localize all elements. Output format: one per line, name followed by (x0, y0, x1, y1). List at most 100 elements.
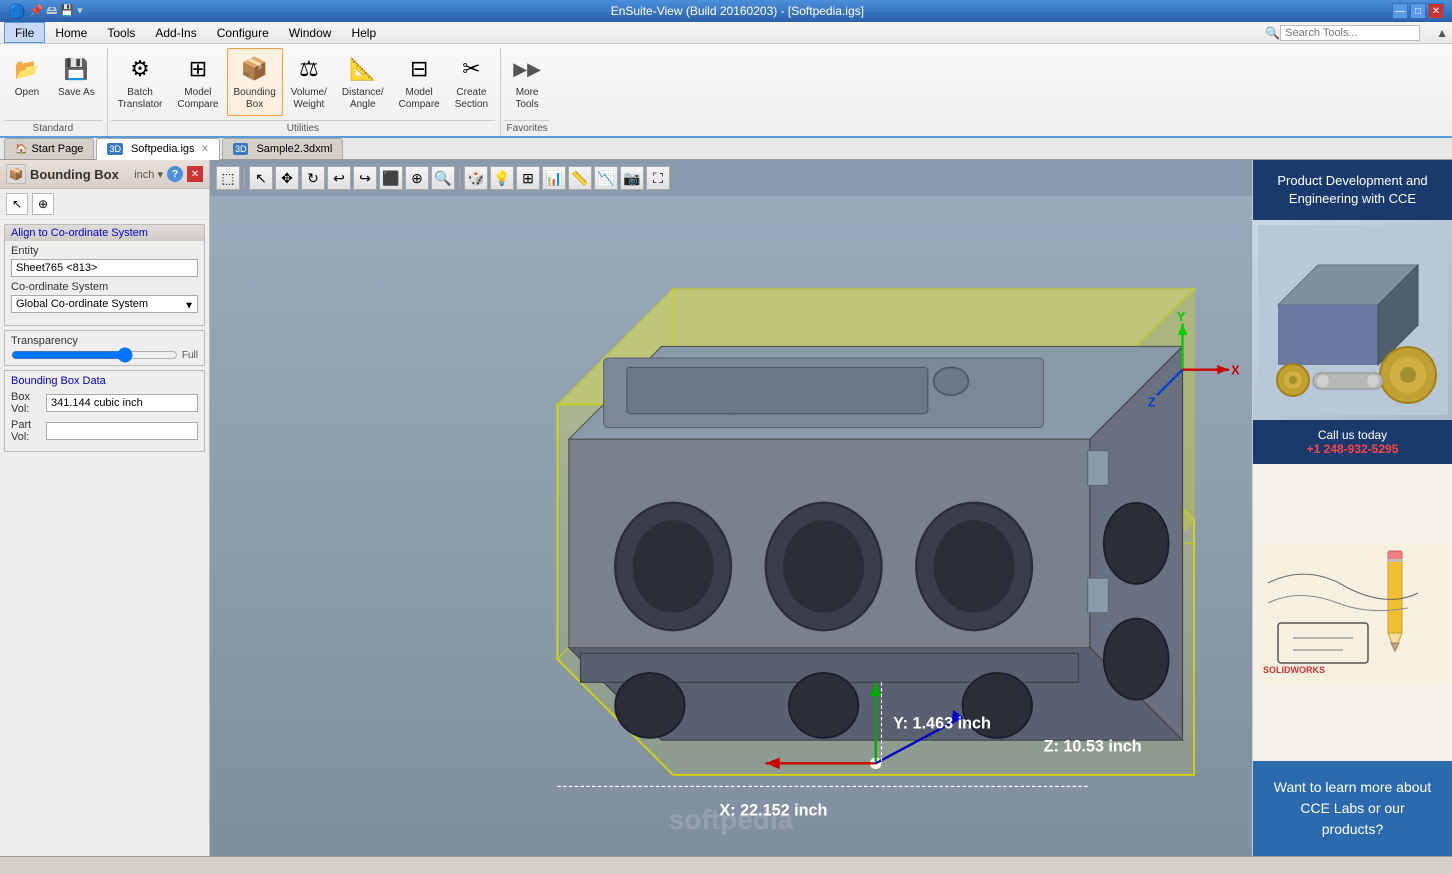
vt-view-btn[interactable]: 🎲 (464, 166, 488, 190)
ribbon-btn-create-section[interactable]: ✂ CreateSection (448, 48, 495, 116)
coord-dropdown-wrapper: Global Co-ordinate System Custom ▼ (11, 295, 198, 317)
maximize-button[interactable]: □ (1410, 3, 1426, 19)
align-section-title: Align to Co-ordinate System (5, 225, 204, 241)
menu-item-home[interactable]: Home (45, 22, 97, 43)
panel-title: Bounding Box (30, 167, 119, 182)
ribbon-btn-batch-translator[interactable]: ⚙ BatchTranslator (111, 48, 170, 116)
ribbon-btn-model-compare[interactable]: ⊞ ModelCompare (170, 48, 225, 116)
menu-item-window[interactable]: Window (279, 22, 342, 43)
open-icon: 📂 (11, 53, 43, 85)
panel-icon-align[interactable]: ⊕ (32, 193, 54, 215)
panel-header: 📦 Bounding Box inch ▾ ? ✕ (0, 160, 209, 189)
ad-top-text: Product Development and Engineering with… (1253, 160, 1452, 220)
vt-redo-btn[interactable]: ↪ (353, 166, 377, 190)
transparency-label: Transparency (11, 335, 198, 347)
transparency-section: Transparency Full (4, 330, 205, 366)
tab-softpedia-close[interactable]: ✕ (201, 144, 209, 155)
ribbon-btn-distance-angle[interactable]: 📐 Distance/Angle (335, 48, 391, 116)
tab-sample-3dxml[interactable]: 3D Sample2.3dxml (222, 138, 343, 159)
entity-input[interactable] (11, 259, 198, 277)
box-vol-row: Box Vol: (11, 391, 198, 415)
vt-wire-btn[interactable]: ⊞ (516, 166, 540, 190)
panel-icon-select[interactable]: ↖ (6, 193, 28, 215)
ad-phone: +1 248-932-5295 (1261, 442, 1444, 456)
panel-icon: 📦 (6, 164, 26, 184)
svg-text:Y: 1.463 inch: Y: 1.463 inch (893, 715, 991, 733)
part-vol-label: Part Vol: (11, 419, 42, 443)
vt-section-btn[interactable]: 📊 (542, 166, 566, 190)
vt-measure-btn[interactable]: 📏 (568, 166, 592, 190)
ribbon-btn-more-tools[interactable]: ▶▶ MoreTools (504, 48, 550, 116)
svg-text:X: X (1231, 362, 1240, 377)
panel-unit[interactable]: inch ▾ (134, 168, 163, 181)
window-title: EnSuite-View (Build 20160203) - [Softped… (83, 4, 1392, 18)
tab-start-page[interactable]: 🏠 Start Page (4, 138, 94, 159)
ribbon-group-utilities: ⚙ BatchTranslator ⊞ ModelCompare 📦 Bound… (111, 48, 495, 136)
tabs-bar: 🏠 Start Page 3D Softpedia.igs ✕ 3D Sampl… (0, 138, 1452, 160)
vt-cursor-btn[interactable]: ↖ (249, 166, 273, 190)
main-layout: 📦 Bounding Box inch ▾ ? ✕ ↖ ⊕ Align to C… (0, 160, 1452, 856)
ribbon-btn-volume-weight[interactable]: ⚖ Volume/Weight (284, 48, 334, 116)
bounding-box-icon: 📦 (239, 53, 271, 85)
svg-text:X: 22.152 inch: X: 22.152 inch (719, 801, 827, 819)
vt-select-btn[interactable]: ⬚ (216, 166, 240, 190)
volume-weight-icon: ⚖ (293, 53, 325, 85)
ribbon-btn-saveas[interactable]: 💾 Save As (51, 48, 102, 104)
menu-item-help[interactable]: Help (341, 22, 386, 43)
tab-softpedia-igs[interactable]: 3D Softpedia.igs ✕ (96, 138, 220, 160)
side-panel: 📦 Bounding Box inch ▾ ? ✕ ↖ ⊕ Align to C… (0, 160, 210, 856)
ad-call-section: Call us today +1 248-932-5295 (1253, 420, 1452, 464)
transparency-full-label: Full (182, 350, 198, 361)
vt-sep-2 (459, 168, 460, 188)
menu-item-addins[interactable]: Add-Ins (145, 22, 206, 43)
coord-dropdown[interactable]: Global Co-ordinate System Custom (11, 295, 198, 313)
ribbon: 📂 Open 💾 Save As Standard ⚙ BatchTransla… (0, 44, 1452, 138)
vt-rotate-btn[interactable]: ↻ (301, 166, 325, 190)
svg-text:Y: Y (1177, 309, 1186, 324)
box-vol-input[interactable] (46, 394, 198, 412)
distance-angle-icon: 📐 (347, 53, 379, 85)
panel-close-button[interactable]: ✕ (187, 166, 203, 182)
menu-item-configure[interactable]: Configure (207, 22, 279, 43)
batch-translator-icon: ⚙ (124, 53, 156, 85)
svg-text:SOLIDWORKS: SOLIDWORKS (1263, 665, 1325, 675)
vt-move-btn[interactable]: ✥ (275, 166, 299, 190)
sample-tab-icon: 3D (233, 143, 249, 155)
menu-item-file[interactable]: File (4, 22, 45, 43)
vt-analysis-btn[interactable]: 📉 (594, 166, 618, 190)
close-window-button[interactable]: ✕ (1428, 3, 1444, 19)
vt-undo-btn[interactable]: ↩ (327, 166, 351, 190)
bbox-data-title: Bounding Box Data (11, 375, 198, 387)
tab-softpedia-label: Softpedia.igs (131, 143, 195, 155)
menu-item-tools[interactable]: Tools (97, 22, 145, 43)
svg-text:Z: Z (1148, 395, 1156, 410)
coord-label: Co-ordinate System (11, 281, 198, 293)
vt-zoom-fit-btn[interactable]: ⊕ (405, 166, 429, 190)
search-input[interactable] (1280, 25, 1420, 41)
ribbon-divider-2 (500, 48, 501, 136)
vt-zoom-in-btn[interactable]: 🔍 (431, 166, 455, 190)
vt-box-select-btn[interactable]: ⬛ (379, 166, 403, 190)
minimize-button[interactable]: — (1392, 3, 1408, 19)
ribbon-btn-bounding-box[interactable]: 📦 BoundingBox (227, 48, 283, 116)
ribbon-group-standard: 📂 Open 💾 Save As Standard (4, 48, 102, 136)
panel-help-button[interactable]: ? (167, 166, 183, 182)
part-vol-row: Part Vol: (11, 419, 198, 443)
bbox-data-section: Bounding Box Data Box Vol: Part Vol: (4, 370, 205, 452)
vt-fullscreen-btn[interactable]: ⛶ (646, 166, 670, 190)
transparency-slider[interactable] (11, 349, 178, 361)
align-section: Align to Co-ordinate System Entity Co-or… (4, 224, 205, 326)
ribbon-collapse-button[interactable]: ▲ (1436, 26, 1448, 40)
panel-icons-row: ↖ ⊕ (0, 189, 209, 220)
start-page-icon: 🏠 (15, 144, 27, 155)
ribbon-btn-model-compare2[interactable]: ⊟ ModelCompare (392, 48, 447, 116)
vt-camera-btn[interactable]: 📷 (620, 166, 644, 190)
vt-display-btn[interactable]: 💡 (490, 166, 514, 190)
ad-image-area[interactable] (1253, 220, 1452, 420)
part-vol-input[interactable] (46, 422, 198, 440)
viewport[interactable]: ⬚ ↖ ✥ ↻ ↩ ↪ ⬛ ⊕ 🔍 🎲 💡 ⊞ 📊 📏 📉 📷 ⛶ (210, 160, 1252, 856)
ribbon-group-favorites: ▶▶ MoreTools Favorites (504, 48, 550, 136)
ribbon-btn-open[interactable]: 📂 Open (4, 48, 50, 104)
ribbon-group-favorites-label: Favorites (504, 120, 550, 136)
menu-bar: File Home Tools Add-Ins Configure Window… (0, 22, 1452, 44)
